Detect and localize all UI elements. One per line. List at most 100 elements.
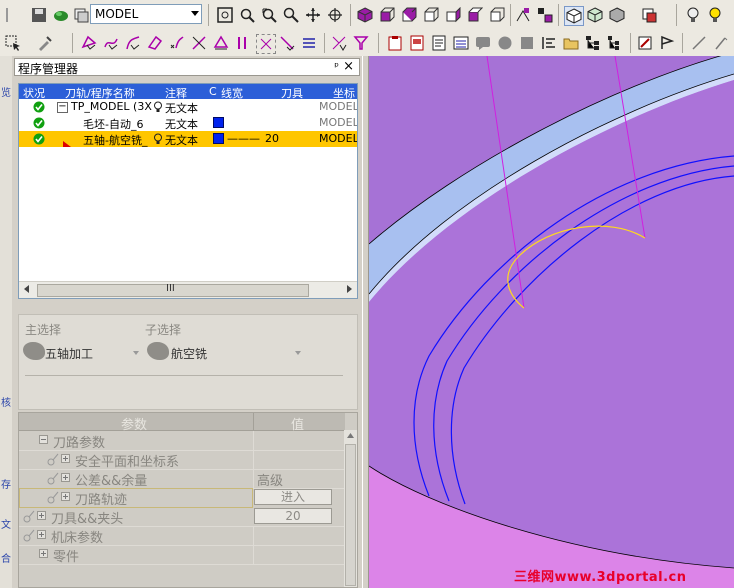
side-tab-1[interactable]: 览 — [1, 84, 11, 99]
document-icon[interactable] — [430, 34, 448, 52]
tree-expander[interactable]: − — [57, 102, 68, 113]
view-iso-icon[interactable] — [356, 6, 374, 24]
scroll-up-icon[interactable] — [347, 433, 354, 438]
param-row[interactable]: 零件 — [19, 545, 345, 565]
view-back-icon[interactable] — [444, 6, 462, 24]
param-value[interactable]: 高级 — [257, 470, 283, 489]
view-right-icon[interactable] — [422, 6, 440, 24]
select-loop-icon[interactable] — [212, 34, 230, 52]
side-tab-2[interactable]: 核 — [1, 394, 11, 409]
sub-selection-value[interactable]: 航空铣 — [171, 345, 207, 362]
scroll-left-icon[interactable] — [24, 285, 29, 293]
tree-row-selected[interactable]: 五轴-航空铣_ 无文本 ——— 20 MODEL — [19, 131, 357, 147]
zoom-fit-icon[interactable] — [238, 6, 256, 24]
model-icon[interactable] — [52, 6, 70, 24]
scroll-thumb[interactable]: III — [37, 283, 309, 297]
clipboard-icon[interactable] — [386, 34, 404, 52]
parameter-vertical-scrollbar[interactable] — [344, 430, 357, 587]
close-icon[interactable]: × — [343, 59, 354, 74]
color-swatch[interactable] — [213, 117, 224, 128]
parameter-grid[interactable]: 参数 值 刀路参数 安全平面和坐标系 公差&&余量 高级 刀路轨迹 进入 刀具&… — [18, 412, 358, 588]
select-surfaces-icon[interactable] — [146, 34, 164, 52]
scroll-right-icon[interactable] — [347, 285, 352, 293]
circle-icon[interactable] — [496, 34, 514, 52]
view-top-icon[interactable] — [378, 6, 396, 24]
view-bottom-icon[interactable] — [488, 6, 506, 24]
expand-icon[interactable] — [61, 473, 70, 482]
graphics-viewport[interactable] — [369, 56, 734, 588]
enter-button[interactable]: 进入 — [254, 489, 332, 505]
report-icon[interactable] — [408, 34, 426, 52]
expand-icon[interactable] — [39, 549, 48, 558]
param-row-focused[interactable]: 刀路轨迹 进入 — [19, 488, 332, 508]
select-by-color-icon[interactable] — [330, 34, 348, 52]
align-icon[interactable] — [540, 34, 558, 52]
select-points-icon[interactable] — [168, 34, 186, 52]
select-edges-icon[interactable] — [124, 34, 142, 52]
chevron-down-icon[interactable] — [133, 351, 139, 355]
collapse-icon[interactable] — [39, 435, 48, 444]
wireframe-cube-icon[interactable] — [586, 6, 604, 24]
param-row[interactable]: 机床参数 — [19, 526, 345, 546]
col-c[interactable]: C — [209, 85, 217, 98]
pen-tool-icon[interactable] — [712, 34, 730, 52]
pan-icon[interactable] — [304, 6, 322, 24]
tree-icon[interactable] — [606, 34, 624, 52]
flag-icon[interactable] — [658, 34, 676, 52]
transform-icon[interactable] — [514, 6, 532, 24]
side-tab-3[interactable]: 存 — [1, 476, 11, 491]
comment-icon[interactable] — [474, 34, 492, 52]
invert-selection-icon[interactable] — [300, 34, 318, 52]
tree-row[interactable]: 毛坯-自动_6 无文本 MODEL — [19, 115, 357, 131]
save-icon[interactable] — [30, 6, 48, 24]
hierarchy-icon[interactable] — [584, 34, 602, 52]
expand-icon[interactable] — [37, 530, 46, 539]
param-row[interactable]: 安全平面和坐标系 — [19, 450, 345, 470]
expand-icon[interactable] — [61, 454, 70, 463]
zoom-window-icon[interactable] — [216, 6, 234, 24]
tree-horizontal-scrollbar[interactable]: III — [19, 281, 357, 298]
zoom-icon[interactable] — [282, 6, 300, 24]
select-silhouette-icon[interactable] — [234, 34, 252, 52]
shading-mode-icon[interactable] — [608, 6, 626, 24]
select-faces-icon[interactable] — [80, 34, 98, 52]
tree-row[interactable]: − TP_MODEL (3X 无文本 MODEL — [19, 99, 357, 115]
side-tab-5[interactable]: 合 — [1, 550, 11, 565]
toolpath-tree[interactable]: 状况 刀轨/程序名称 注释 C 线宽 刀具 坐标 − TP_MODEL (3X … — [18, 83, 358, 299]
scroll-thumb[interactable] — [345, 444, 356, 586]
open-folder-icon[interactable] — [562, 34, 580, 52]
expand-icon[interactable] — [61, 492, 70, 501]
layers-icon[interactable] — [72, 6, 90, 24]
zoom-selection-icon[interactable] — [260, 6, 278, 24]
light-off-icon[interactable] — [684, 6, 702, 24]
edit-icon[interactable] — [636, 34, 654, 52]
param-row[interactable]: 刀路参数 — [19, 431, 345, 451]
param-row[interactable]: 公差&&余量 高级 — [19, 469, 345, 489]
model-select[interactable]: MODEL — [90, 4, 202, 24]
shaded-cube-icon[interactable] — [564, 6, 584, 26]
select-curves-icon[interactable] — [102, 34, 120, 52]
color-swatch[interactable] — [213, 133, 224, 144]
list-window-icon[interactable] — [452, 34, 470, 52]
chevron-down-icon[interactable] — [295, 351, 301, 355]
view-front-icon[interactable] — [400, 6, 418, 24]
work-plane-icon[interactable] — [536, 6, 554, 24]
select-boundary-icon[interactable] — [190, 34, 208, 52]
line-tool-icon[interactable] — [690, 34, 708, 52]
main-selection-value[interactable]: 五轴加工 — [45, 345, 93, 362]
light-on-icon[interactable] — [706, 6, 724, 24]
select-pointer-icon[interactable] — [4, 34, 22, 52]
rotate-icon[interactable] — [326, 6, 344, 24]
pick-tool-icon[interactable] — [36, 34, 54, 52]
pin-icon[interactable]: ᵖ — [334, 60, 339, 73]
expand-icon[interactable] — [37, 511, 46, 520]
filter-funnel-icon[interactable] — [352, 34, 370, 52]
param-row[interactable]: 刀具&&夹头 20 — [19, 507, 345, 527]
tool-value-button[interactable]: 20 — [254, 508, 332, 524]
model-view[interactable] — [369, 56, 734, 588]
square-icon[interactable] — [518, 34, 536, 52]
panel-splitter[interactable] — [362, 56, 369, 588]
select-all-icon[interactable] — [256, 34, 276, 54]
view-left-icon[interactable] — [466, 6, 484, 24]
select-filter-icon[interactable] — [278, 34, 296, 52]
